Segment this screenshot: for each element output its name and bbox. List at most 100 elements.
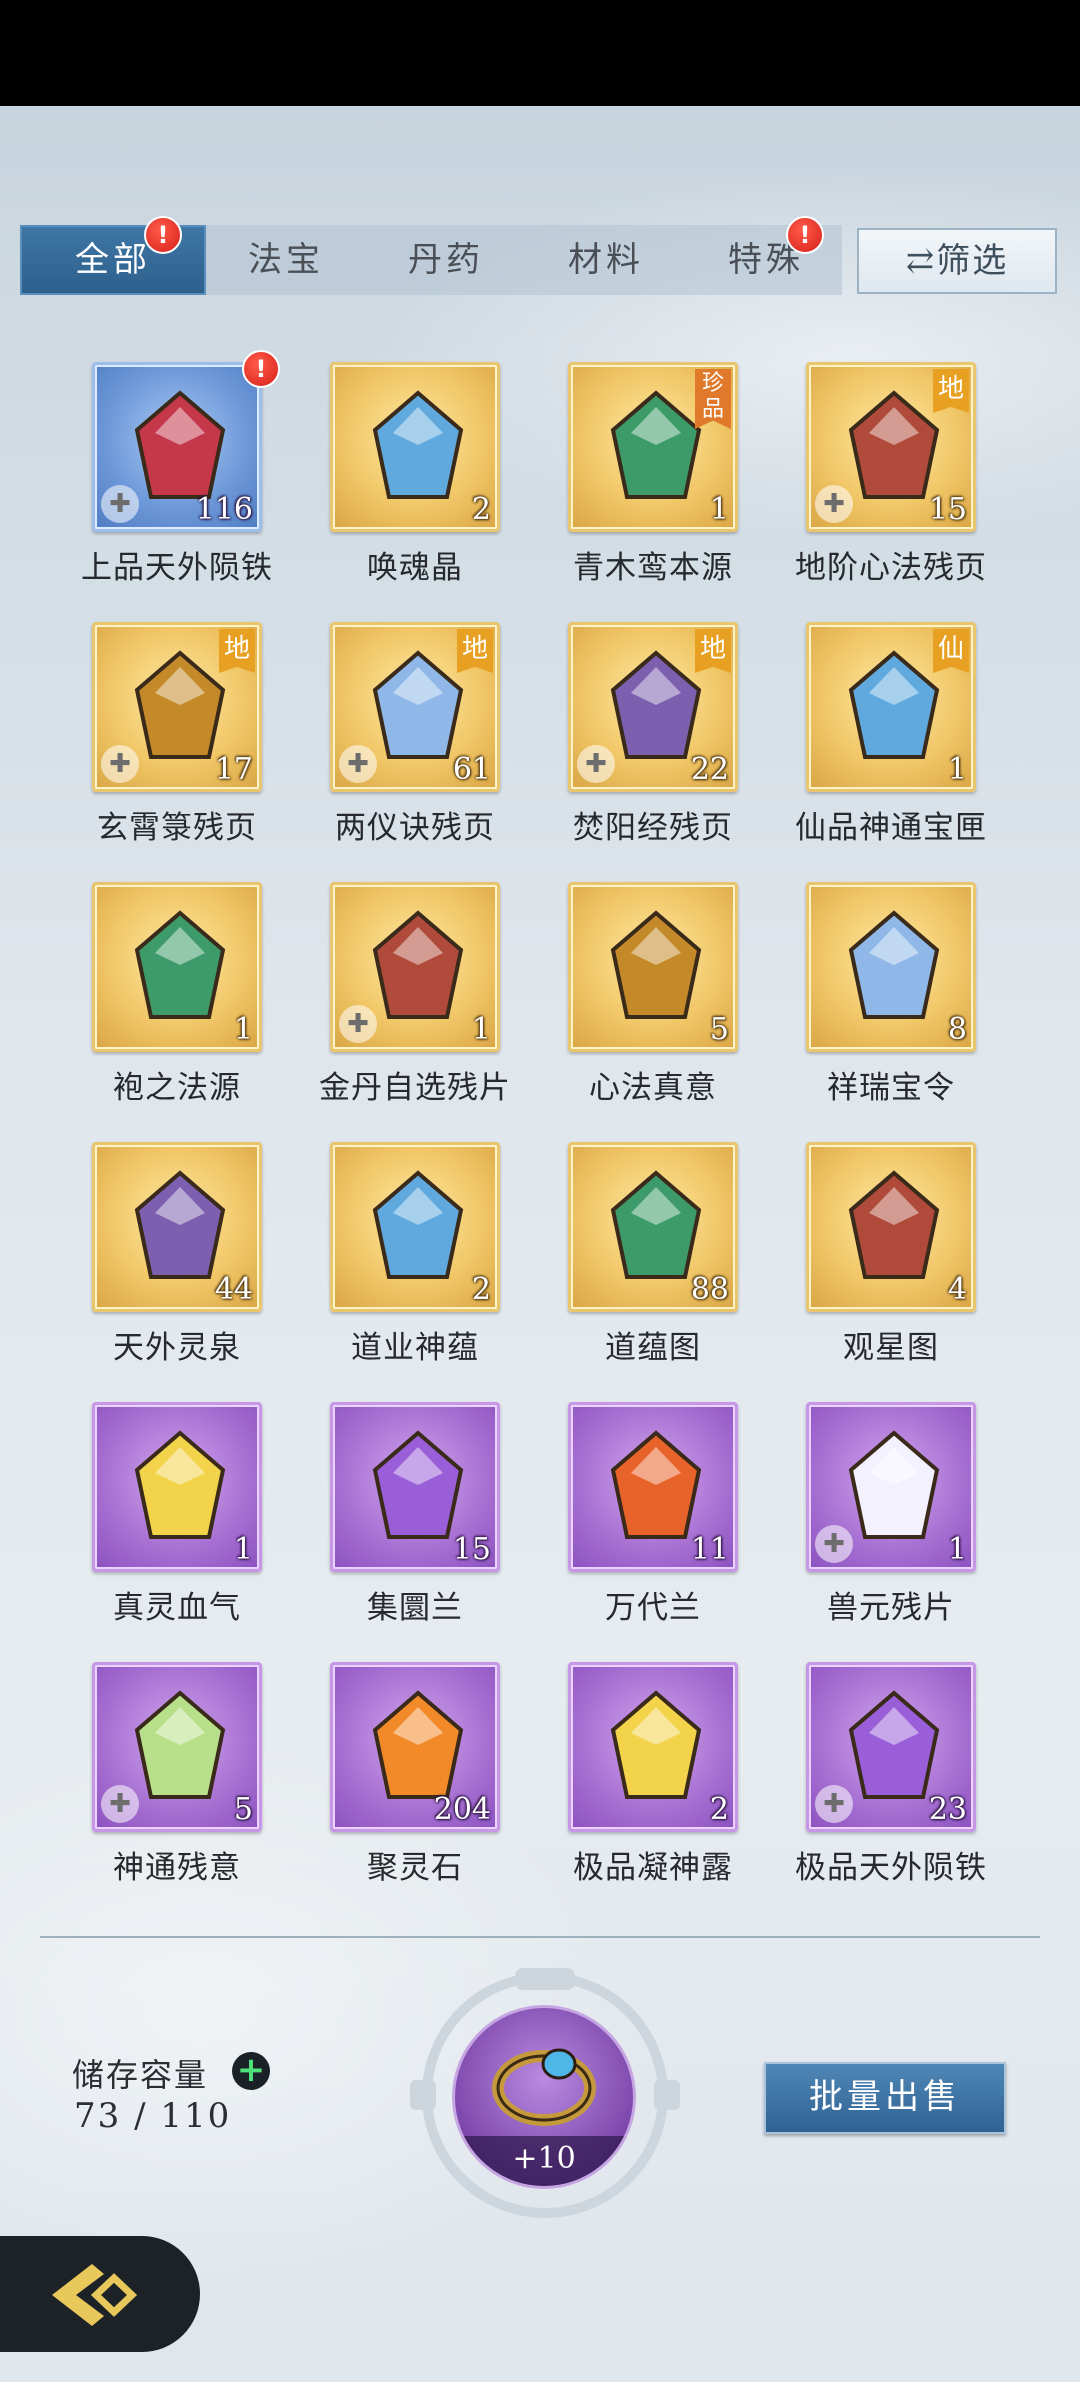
grade-badge: 地	[219, 629, 255, 673]
expand-storage-button[interactable]: +	[232, 2052, 270, 2090]
inventory-item[interactable]: 2 道业神蕴	[280, 1142, 510, 1372]
item-slot[interactable]: ✚ 1	[330, 882, 500, 1052]
item-slot[interactable]: 地 ✚ 61	[330, 622, 500, 792]
item-count: 17	[214, 752, 253, 787]
item-name: 袍之法源	[113, 1070, 241, 1106]
item-slot[interactable]: 仙1	[806, 622, 976, 792]
fragment-puzzle-icon: ✚	[339, 745, 377, 783]
item-slot[interactable]: 2	[330, 1142, 500, 1312]
tab-all-alert-badge: !	[144, 216, 182, 254]
inventory-item[interactable]: 1 袍之法源	[42, 882, 272, 1112]
item-count: 5	[233, 1792, 253, 1827]
inventory-item[interactable]: 仙 1 仙品神通宝匣	[756, 622, 986, 852]
inventory-item[interactable]: 204 聚灵石	[280, 1662, 510, 1892]
item-slot[interactable]: 地 ✚ 15	[806, 362, 976, 532]
item-slot[interactable]: 2	[330, 362, 500, 532]
item-slot[interactable]: ✚ 5	[92, 1662, 262, 1832]
item-slot[interactable]: 88	[568, 1142, 738, 1312]
inventory-item[interactable]: ✚ 1 金丹自选残片	[280, 882, 510, 1112]
tab-materials[interactable]: 材料	[526, 225, 686, 295]
grade-badge: 仙	[933, 629, 969, 673]
fragment-puzzle-icon: ✚	[101, 745, 139, 783]
item-slot[interactable]: 4	[806, 1142, 976, 1312]
item-slot[interactable]: 11	[568, 1402, 738, 1572]
item-name: 仙品神通宝匣	[795, 810, 987, 846]
equipped-ring[interactable]: +10	[380, 1960, 710, 2220]
item-count: 15	[928, 492, 967, 527]
item-slot[interactable]: 1	[92, 1402, 262, 1572]
filter-button[interactable]: ⇄筛选	[857, 228, 1057, 294]
item-count: 4	[947, 1272, 967, 1307]
item-name: 唤魂晶	[367, 550, 463, 586]
item-count: 22	[690, 752, 729, 787]
inventory-item[interactable]: 5 心法真意	[518, 882, 748, 1112]
item-name: 青木鸾本源	[573, 550, 733, 586]
item-slot[interactable]: 5	[568, 882, 738, 1052]
bulk-sell-button[interactable]: 批量出售	[764, 2062, 1006, 2134]
back-button[interactable]	[0, 2236, 200, 2352]
item-count: 116	[195, 492, 253, 527]
item-count: 1	[947, 752, 967, 787]
ring-enhance-level: +10	[455, 2136, 633, 2186]
item-slot[interactable]: 珍品 1	[568, 362, 738, 532]
item-name: 极品凝神露	[573, 1850, 733, 1886]
fragment-puzzle-icon: ✚	[339, 1005, 377, 1043]
inventory-item[interactable]: ✚ 116! 上品天外陨铁	[42, 350, 280, 592]
item-slot[interactable]: 15	[330, 1402, 500, 1572]
item-count: 44	[214, 1272, 253, 1307]
item-icon	[372, 1170, 464, 1279]
item-count: 23	[928, 1792, 967, 1827]
item-name: 神通残意	[113, 1850, 241, 1886]
item-count: 1	[471, 1012, 491, 1047]
grade-badge: 珍品	[695, 369, 731, 429]
item-slot[interactable]: 2	[568, 1662, 738, 1832]
back-arrow-icon	[52, 2264, 138, 2326]
item-count: 1	[233, 1532, 253, 1567]
inventory-item[interactable]: 地 ✚ 17 玄霄箓残页	[42, 622, 272, 852]
inventory-item[interactable]: 1 真灵血气	[42, 1402, 272, 1632]
item-icon	[848, 1170, 940, 1279]
inventory-item[interactable]: 88 道蕴图	[518, 1142, 748, 1372]
item-count: 1	[233, 1012, 253, 1047]
item-slot[interactable]: 44	[92, 1142, 262, 1312]
inventory-item[interactable]: 8 祥瑞宝令	[756, 882, 986, 1112]
item-name: 集圜兰	[367, 1590, 463, 1626]
inventory-item[interactable]: 地 ✚ 15 地阶心法残页	[756, 362, 986, 592]
inventory-item[interactable]: 2 唤魂晶	[280, 362, 510, 592]
item-slot[interactable]: 204	[330, 1662, 500, 1832]
tab-materials-label: 材料	[568, 240, 644, 280]
item-name: 极品天外陨铁	[795, 1850, 987, 1886]
inventory-item[interactable]: 11 万代兰	[518, 1402, 748, 1632]
item-count: 204	[433, 1792, 491, 1827]
inventory-item[interactable]: 44 天外灵泉	[42, 1142, 272, 1372]
item-slot[interactable]: 1	[92, 882, 262, 1052]
inventory-item[interactable]: ✚ 5 神通残意	[42, 1662, 272, 1892]
item-count: 1	[947, 1532, 967, 1567]
item-count: 8	[947, 1012, 967, 1047]
tab-treasure[interactable]: 法宝	[206, 225, 366, 295]
inventory-item[interactable]: 珍品 1 青木鸾本源	[518, 362, 748, 592]
item-name: 天外灵泉	[113, 1330, 241, 1366]
item-slot[interactable]: 地 ✚ 22	[568, 622, 738, 792]
inventory-item[interactable]: 4 观星图	[756, 1142, 986, 1372]
grade-badge: 地	[695, 629, 731, 673]
grade-badge: 地	[933, 369, 969, 413]
item-slot[interactable]: 地 ✚ 17	[92, 622, 262, 792]
item-name: 心法真意	[589, 1070, 717, 1106]
inventory-item[interactable]: 地 ✚ 22 焚阳经残页	[518, 622, 748, 852]
item-name: 焚阳经残页	[573, 810, 733, 846]
inventory-item[interactable]: 15 集圜兰	[280, 1402, 510, 1632]
item-slot[interactable]: 8	[806, 882, 976, 1052]
item-slot[interactable]: ✚ 116	[92, 362, 262, 532]
inventory-item[interactable]: ✚ 1 兽元残片	[756, 1402, 986, 1632]
fragment-puzzle-icon: ✚	[815, 1785, 853, 1823]
inventory-item[interactable]: 2 极品凝神露	[518, 1662, 748, 1892]
inventory-item[interactable]: ✚ 23 极品天外陨铁	[756, 1662, 986, 1892]
item-count: 5	[709, 1012, 729, 1047]
item-slot[interactable]: ✚ 23	[806, 1662, 976, 1832]
divider	[40, 1936, 1040, 1938]
item-slot[interactable]: ✚ 1	[806, 1402, 976, 1572]
fragment-puzzle-icon: ✚	[101, 485, 139, 523]
tab-pills[interactable]: 丹药	[366, 225, 526, 295]
inventory-item[interactable]: 地 ✚ 61 两仪诀残页	[280, 622, 510, 852]
